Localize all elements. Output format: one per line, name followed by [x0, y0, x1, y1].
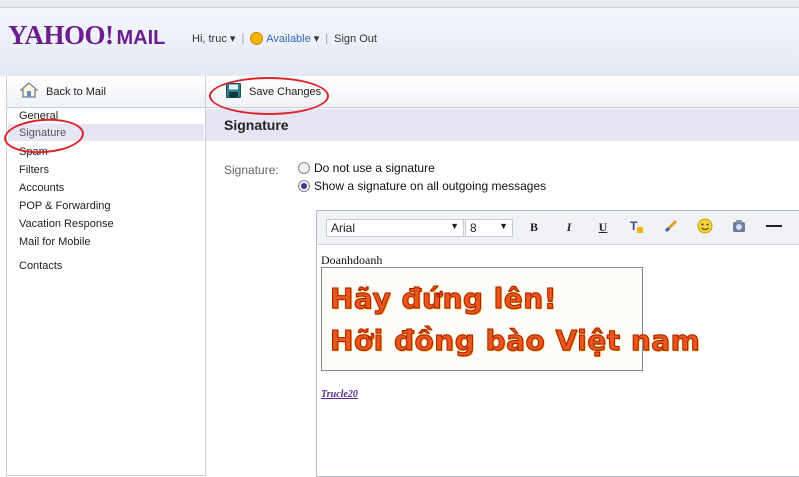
browser-top-strip — [0, 0, 799, 8]
sidebar-item-accounts[interactable]: Accounts — [19, 182, 64, 194]
sidebar-item-filters[interactable]: Filters — [19, 164, 49, 176]
signature-field-label: Signature: — [224, 163, 279, 177]
sidebar-item-mail-for-mobile[interactable]: Mail for Mobile — [19, 236, 91, 248]
save-changes-label: Save Changes — [249, 85, 322, 98]
yahoo-mail-logo[interactable]: YAHOO! MAIL — [8, 20, 165, 54]
horizontal-rule-icon[interactable] — [765, 218, 782, 237]
main-pane: Save Changes Signature Signature: Do not… — [206, 76, 799, 477]
font-size-value: 8 — [470, 221, 477, 235]
user-bar: Hi, truc ▾ | Available ▾ | Sign Out — [192, 32, 377, 45]
radio-label: Do not use a signature — [314, 161, 435, 175]
logo-mail-text: MAIL — [116, 27, 166, 49]
highlight-pen-icon[interactable] — [663, 218, 679, 237]
save-changes-button[interactable]: Save Changes — [220, 80, 327, 104]
divider: | — [325, 32, 329, 45]
back-to-mail-label: Back to Mail — [46, 85, 106, 98]
font-family-value: Arial — [331, 221, 356, 235]
chevron-down-icon: ▾ — [313, 33, 320, 45]
text-color-icon[interactable]: T — [629, 218, 645, 237]
sign-out-link[interactable]: Sign Out — [334, 33, 377, 45]
font-family-select[interactable]: Arial ▼ — [326, 219, 464, 237]
back-to-mail-button[interactable]: Back to Mail — [7, 76, 205, 108]
stationery-icon[interactable] — [731, 218, 747, 237]
sidebar-item-vacation-response[interactable]: Vacation Response — [19, 218, 114, 230]
sidebar-item-pop-forwarding[interactable]: POP & Forwarding — [19, 200, 111, 212]
signature-image-line2: Hỡi đồng bào Việt nam — [329, 324, 701, 358]
sidebar-item-contacts[interactable]: Contacts — [19, 260, 62, 272]
radio-button[interactable] — [298, 162, 310, 174]
greeting-menu[interactable]: Hi, truc ▾ — [192, 32, 235, 45]
logo-yahoo-text: YAHOO! — [8, 20, 114, 50]
italic-button[interactable]: I — [561, 220, 577, 235]
header: YAHOO! MAIL Hi, truc ▾ | Available ▾ | S… — [0, 8, 799, 76]
radio-button-selected[interactable] — [298, 180, 310, 192]
house-icon — [19, 82, 39, 101]
settings-sidebar: Back to Mail General Signature Spam Filt… — [6, 76, 206, 476]
radio-no-signature[interactable]: Do not use a signature — [298, 161, 435, 175]
status-menu[interactable]: Available ▾ — [250, 32, 319, 45]
radio-label: Show a signature on all outgoing message… — [314, 179, 547, 193]
floppy-disk-icon — [226, 82, 241, 101]
bold-button[interactable]: B — [526, 220, 542, 235]
font-size-select[interactable]: 8 ▼ — [465, 219, 513, 237]
signature-image-line1: Hãy đứng lên! — [330, 282, 557, 316]
editor-toolbar: Arial ▼ 8 ▼ B I U T — [317, 211, 799, 245]
emoticon-icon[interactable] — [697, 218, 713, 237]
chevron-down-icon: ▾ — [229, 33, 236, 45]
svg-text:T: T — [630, 219, 638, 233]
dropdown-arrow-icon: ▼ — [450, 221, 459, 231]
page-title-bar: Signature — [206, 109, 799, 141]
sidebar-item-signature[interactable]: Signature — [19, 127, 66, 139]
signature-image: Hãy đứng lên! Hỡi đồng bào Việt nam — [321, 267, 700, 371]
sidebar-item-general[interactable]: General — [19, 110, 58, 122]
status-smiley-icon — [250, 32, 264, 45]
divider: | — [241, 32, 245, 45]
settings-toolbar: Save Changes — [206, 76, 799, 108]
signature-link[interactable]: Trucle20 — [321, 389, 358, 400]
signature-editor[interactable]: Arial ▼ 8 ▼ B I U T Doanhdoanh Hãy đứng … — [316, 210, 799, 477]
underline-button[interactable]: U — [595, 220, 611, 235]
page-title: Signature — [224, 117, 289, 133]
sidebar-item-spam[interactable]: Spam — [19, 146, 48, 158]
radio-show-signature[interactable]: Show a signature on all outgoing message… — [298, 179, 546, 193]
signature-name-text: Doanhdoanh — [321, 253, 383, 267]
status-label: Available — [266, 32, 311, 45]
greeting-text: Hi, truc — [192, 33, 227, 45]
dropdown-arrow-icon: ▼ — [499, 221, 508, 231]
